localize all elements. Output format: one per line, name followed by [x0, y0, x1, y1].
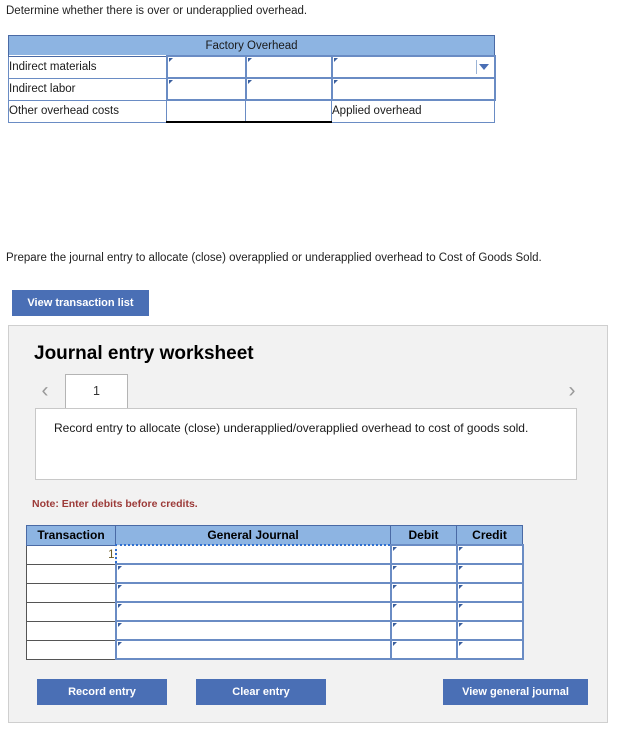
editable-corner-icon	[392, 585, 397, 589]
page-title: Journal entry worksheet	[34, 343, 254, 364]
editable-corner-icon	[392, 604, 397, 608]
general-journal-account-input-5[interactable]	[114, 620, 392, 641]
indirect-labor-account-field[interactable]	[330, 77, 496, 101]
journal-header-row: Transaction General Journal Debit Credit	[26, 525, 523, 546]
editable-corner-icon	[392, 547, 397, 551]
credit-input-2[interactable]	[455, 563, 524, 584]
record-entry-button[interactable]: Record entry	[37, 679, 167, 705]
prev-entry-chevron-icon[interactable]: ‹	[35, 380, 55, 402]
table-row: 1	[26, 544, 524, 565]
editable-corner-icon	[117, 623, 122, 627]
debit-input-4[interactable]	[389, 601, 458, 622]
row-label-other-overhead-costs: Other overhead costs	[8, 99, 167, 123]
credit-input-5[interactable]	[455, 620, 524, 641]
worksheet-tabbar: ‹ 1 ›	[9, 374, 609, 409]
top-instruction-text: Determine whether there is over or under…	[6, 5, 308, 17]
debit-input-1[interactable]	[389, 544, 458, 565]
editable-corner-icon	[117, 585, 122, 589]
factory-overhead-table-wrapper: Factory Overhead Indirect materials Indi…	[7, 35, 496, 123]
entry-description-box: Record entry to allocate (close) underap…	[35, 408, 577, 480]
clear-entry-button[interactable]: Clear entry	[196, 679, 326, 705]
editable-corner-icon	[168, 58, 173, 62]
credit-input-6[interactable]	[455, 639, 524, 660]
transaction-number-cell: 1	[26, 544, 116, 565]
credit-input-4[interactable]	[455, 601, 524, 622]
middle-instruction-text: Prepare the journal entry to allocate (c…	[6, 252, 542, 264]
credit-input-1[interactable]	[455, 544, 524, 565]
debit-input-6[interactable]	[389, 639, 458, 660]
indirect-materials-amount-input-1[interactable]	[165, 55, 247, 79]
editable-corner-icon	[247, 58, 252, 62]
chevron-down-icon	[479, 64, 490, 70]
editable-corner-icon	[458, 604, 463, 608]
general-journal-account-input-3[interactable]	[114, 582, 392, 603]
row-label-indirect-materials: Indirect materials	[8, 55, 167, 79]
indirect-labor-amount-input-2[interactable]	[244, 77, 333, 101]
table-row	[26, 639, 524, 660]
tab-entry-1[interactable]: 1	[65, 374, 128, 408]
debit-input-5[interactable]	[389, 620, 458, 641]
editable-corner-icon	[333, 80, 338, 84]
editable-corner-icon	[458, 585, 463, 589]
transaction-number-cell	[26, 563, 116, 584]
transaction-number-cell	[26, 582, 116, 603]
row-label-indirect-labor: Indirect labor	[8, 77, 167, 101]
other-overhead-costs-amount-input-2[interactable]	[245, 99, 332, 123]
table-row	[26, 620, 524, 641]
editable-corner-icon	[392, 642, 397, 646]
view-general-journal-button[interactable]: View general journal	[443, 679, 588, 705]
table-row	[26, 582, 524, 603]
entry-description-text: Record entry to allocate (close) underap…	[54, 421, 529, 435]
factory-overhead-title-row: Factory Overhead	[7, 35, 496, 57]
indirect-materials-account-select[interactable]	[330, 55, 496, 79]
general-journal-account-input-4[interactable]	[114, 601, 392, 622]
editable-corner-icon	[333, 58, 338, 62]
journal-table-wrapper: Transaction General Journal Debit Credit…	[26, 525, 524, 660]
indirect-labor-amount-input-1[interactable]	[165, 77, 247, 101]
table-row: Other overhead costs Applied overhead	[8, 99, 496, 123]
next-entry-chevron-icon[interactable]: ›	[562, 380, 582, 402]
table-row: Indirect labor	[8, 77, 496, 101]
applied-overhead-label: Applied overhead	[330, 99, 496, 123]
editable-corner-icon	[458, 642, 463, 646]
editable-corner-icon	[458, 547, 463, 551]
editable-corner-icon	[117, 642, 122, 646]
view-transaction-list-button[interactable]: View transaction list	[12, 290, 149, 316]
other-overhead-costs-amount-input-1[interactable]	[166, 99, 246, 123]
debit-input-2[interactable]	[389, 563, 458, 584]
general-journal-account-input-1[interactable]	[114, 544, 392, 565]
column-header-debit: Debit	[390, 525, 457, 546]
indirect-materials-amount-input-2[interactable]	[244, 55, 333, 79]
general-journal-account-input-6[interactable]	[114, 639, 392, 660]
table-row	[26, 601, 524, 622]
editable-corner-icon	[392, 623, 397, 627]
table-row: Indirect materials	[8, 55, 496, 79]
editable-corner-icon	[117, 566, 122, 570]
debit-input-3[interactable]	[389, 582, 458, 603]
transaction-number-cell	[26, 601, 116, 622]
column-header-transaction: Transaction	[26, 525, 116, 546]
editable-corner-icon	[392, 566, 397, 570]
general-journal-table: Transaction General Journal Debit Credit…	[26, 525, 524, 660]
journal-entry-worksheet-panel: Journal entry worksheet ‹ 1 › Record ent…	[8, 325, 608, 723]
column-header-general-journal: General Journal	[115, 525, 391, 546]
transaction-number-cell	[26, 620, 116, 641]
editable-corner-icon	[458, 566, 463, 570]
editable-corner-icon	[168, 80, 173, 84]
column-header-credit: Credit	[456, 525, 523, 546]
factory-overhead-title: Factory Overhead	[7, 35, 496, 57]
editable-corner-icon	[458, 623, 463, 627]
transaction-number-cell	[26, 639, 116, 660]
factory-overhead-table: Factory Overhead Indirect materials Indi…	[7, 35, 496, 123]
general-journal-account-input-2[interactable]	[114, 563, 392, 584]
credit-input-3[interactable]	[455, 582, 524, 603]
debits-before-credits-note: Note: Enter debits before credits.	[32, 498, 198, 510]
editable-corner-icon	[117, 604, 122, 608]
editable-corner-icon	[247, 80, 252, 84]
table-row	[26, 563, 524, 584]
dropdown-toggle[interactable]	[475, 60, 492, 74]
